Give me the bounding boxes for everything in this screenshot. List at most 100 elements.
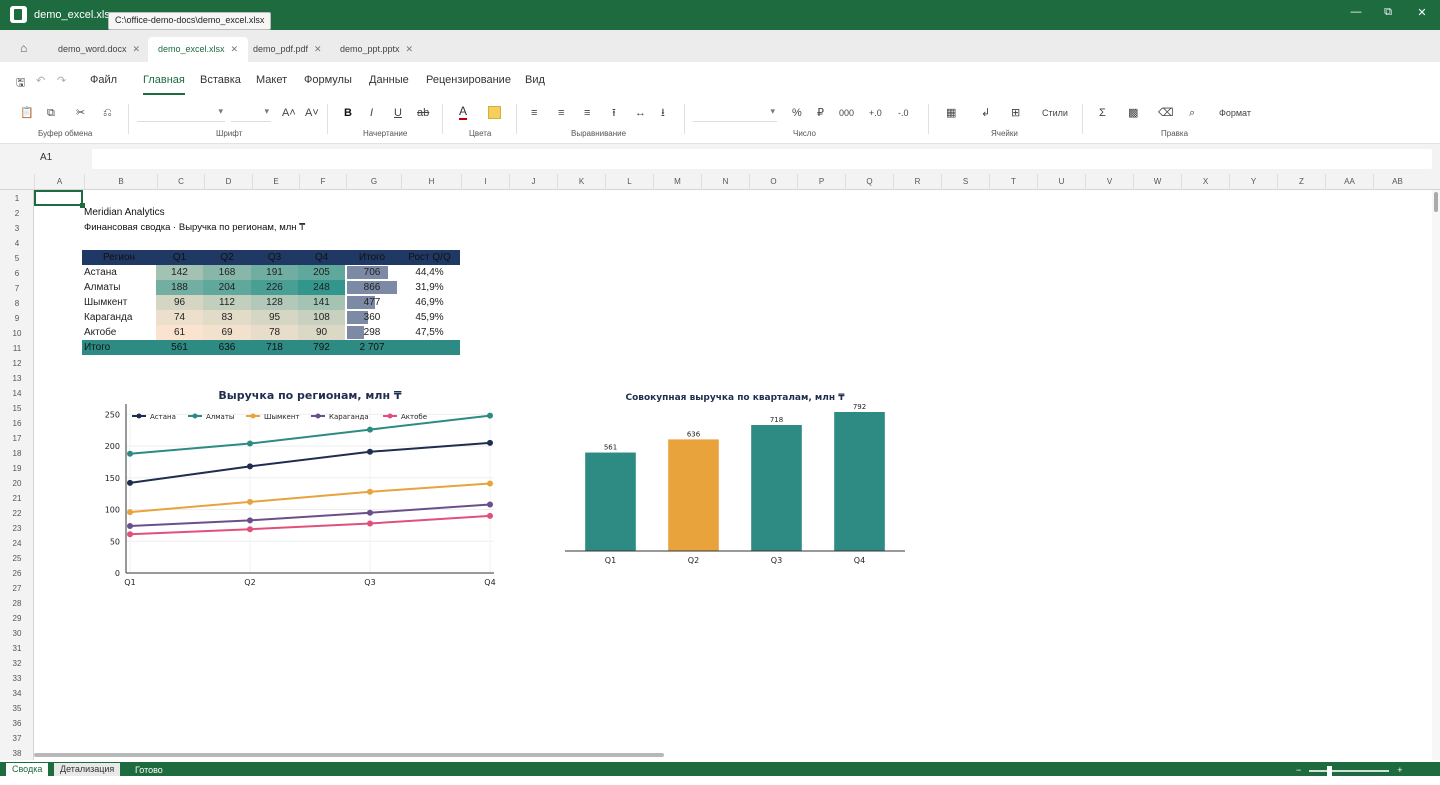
row-header[interactable]: 27 xyxy=(0,581,34,596)
column-header-x[interactable]: X xyxy=(1181,174,1229,190)
total-row-cell[interactable] xyxy=(399,340,460,355)
strikethrough-button[interactable]: ab xyxy=(417,106,429,120)
column-header-c[interactable]: C xyxy=(157,174,204,190)
row-header[interactable]: 30 xyxy=(0,626,34,641)
total-row-cell[interactable]: 2 707 xyxy=(345,340,399,355)
close-window-button[interactable]: ✕ xyxy=(1412,6,1432,19)
column-header-j[interactable]: J xyxy=(509,174,557,190)
total-row-cell[interactable]: 718 xyxy=(251,340,298,355)
quarter-value-cell[interactable]: 248 xyxy=(298,280,345,295)
row-header[interactable]: 10 xyxy=(0,326,34,341)
menu-review[interactable]: Рецензирование xyxy=(426,74,511,86)
region-cell[interactable]: Караганда xyxy=(82,310,156,325)
column-header-r[interactable]: R xyxy=(893,174,941,190)
total-row-cell[interactable]: 561 xyxy=(156,340,203,355)
menu-formulas[interactable]: Формулы xyxy=(304,74,352,86)
row-header[interactable]: 18 xyxy=(0,446,34,461)
menu-home[interactable]: Главная xyxy=(143,74,185,95)
menu-view[interactable]: Вид xyxy=(525,74,545,86)
undo-icon[interactable]: ↶ xyxy=(36,74,45,87)
row-header[interactable]: 23 xyxy=(0,521,34,536)
row-header[interactable]: 26 xyxy=(0,566,34,581)
row-header[interactable]: 31 xyxy=(0,641,34,656)
total-cell[interactable]: 706 xyxy=(345,265,399,280)
row-header[interactable]: 5 xyxy=(0,251,34,266)
quarter-value-cell[interactable]: 112 xyxy=(203,295,251,310)
font-shrink-button[interactable]: A˅ xyxy=(305,106,319,120)
quarter-value-cell[interactable]: 78 xyxy=(251,325,298,340)
bold-button[interactable]: B xyxy=(344,106,352,120)
column-header-v[interactable]: V xyxy=(1085,174,1133,190)
align-left-icon[interactable]: ≡ xyxy=(531,106,537,120)
row-header[interactable]: 25 xyxy=(0,551,34,566)
wrap-text-icon[interactable]: ↲ xyxy=(981,106,990,120)
quarter-value-cell[interactable]: 128 xyxy=(251,295,298,310)
table-grid-icon[interactable]: ▦ xyxy=(946,106,956,120)
fill-color-button[interactable] xyxy=(488,106,501,119)
clear-icon[interactable]: ⌫ xyxy=(1158,106,1174,120)
bar-chart[interactable]: Совокупная выручка по кварталам, млн ₸ 56… xyxy=(564,386,909,568)
row-header[interactable]: 9 xyxy=(0,311,34,326)
region-cell[interactable]: Актобе xyxy=(82,325,156,340)
home-icon[interactable]: ⌂ xyxy=(20,41,27,55)
total-cell[interactable]: 477 xyxy=(345,295,399,310)
zoom-in-button[interactable]: + xyxy=(1397,765,1402,775)
vertical-scrollbar[interactable] xyxy=(1432,190,1440,760)
autosum-button[interactable]: Σ xyxy=(1099,106,1106,120)
row-header[interactable]: 24 xyxy=(0,536,34,551)
increase-decimal-button[interactable]: +.0 xyxy=(869,106,882,120)
horizontal-scrollbar[interactable] xyxy=(34,753,664,757)
quarter-value-cell[interactable]: 205 xyxy=(298,265,345,280)
column-header-a[interactable]: A xyxy=(34,174,84,190)
quarter-value-cell[interactable]: 188 xyxy=(156,280,203,295)
total-row-cell[interactable]: 792 xyxy=(298,340,345,355)
row-header[interactable]: 1 xyxy=(0,191,34,206)
close-tab-icon[interactable]: ✕ xyxy=(406,44,414,54)
row-header[interactable]: 13 xyxy=(0,371,34,386)
format-painter-icon[interactable]: ⎌ xyxy=(103,106,112,120)
growth-cell[interactable]: 47,5% xyxy=(399,325,460,340)
formula-input[interactable] xyxy=(92,149,1432,169)
region-cell[interactable]: Шымкент xyxy=(82,295,156,310)
column-header-w[interactable]: W xyxy=(1133,174,1181,190)
row-header[interactable]: 33 xyxy=(0,671,34,686)
row-header[interactable]: 15 xyxy=(0,401,34,416)
align-middle-icon[interactable]: ↔ xyxy=(635,106,646,120)
row-header[interactable]: 11 xyxy=(0,341,34,356)
quarter-value-cell[interactable]: 141 xyxy=(298,295,345,310)
growth-cell[interactable]: 46,9% xyxy=(399,295,460,310)
sheet-tab-details[interactable]: Детализация xyxy=(54,763,121,776)
region-cell[interactable]: Алматы xyxy=(82,280,156,295)
close-tab-icon[interactable]: ✕ xyxy=(231,44,239,54)
quarter-value-cell[interactable]: 90 xyxy=(298,325,345,340)
minimize-button[interactable]: — xyxy=(1346,6,1366,18)
row-header[interactable]: 34 xyxy=(0,686,34,701)
align-right-icon[interactable]: ≡ xyxy=(584,106,590,120)
cut-icon[interactable]: ✂ xyxy=(76,106,85,120)
quarter-value-cell[interactable]: 226 xyxy=(251,280,298,295)
column-header-i[interactable]: I xyxy=(461,174,509,190)
selected-cell[interactable] xyxy=(34,190,85,208)
font-grow-button[interactable]: A˄ xyxy=(282,106,296,120)
column-header-u[interactable]: U xyxy=(1037,174,1085,190)
row-header[interactable]: 6 xyxy=(0,266,34,281)
total-cell[interactable]: 866 xyxy=(345,280,399,295)
fill-icon[interactable]: ▩ xyxy=(1128,106,1138,120)
row-header[interactable]: 16 xyxy=(0,416,34,431)
tab-demo-excel[interactable]: demo_excel.xlsx ✕ xyxy=(148,37,249,62)
column-header-z[interactable]: Z xyxy=(1277,174,1325,190)
close-tab-icon[interactable]: ✕ xyxy=(314,44,322,54)
column-header-s[interactable]: S xyxy=(941,174,989,190)
maximize-button[interactable]: ⧉ xyxy=(1378,6,1398,19)
column-header-e[interactable]: E xyxy=(252,174,299,190)
total-row-cell[interactable]: 636 xyxy=(203,340,251,355)
paste-icon[interactable]: 📋 xyxy=(20,106,34,120)
quarter-value-cell[interactable]: 168 xyxy=(203,265,251,280)
tab-demo-pdf[interactable]: demo_pdf.pdf ✕ xyxy=(243,37,332,62)
column-header-f[interactable]: F xyxy=(299,174,346,190)
format-button[interactable]: Формат xyxy=(1219,106,1251,120)
row-header[interactable]: 29 xyxy=(0,611,34,626)
total-cell[interactable]: 298 xyxy=(345,325,399,340)
row-header[interactable]: 28 xyxy=(0,596,34,611)
row-header[interactable]: 19 xyxy=(0,461,34,476)
